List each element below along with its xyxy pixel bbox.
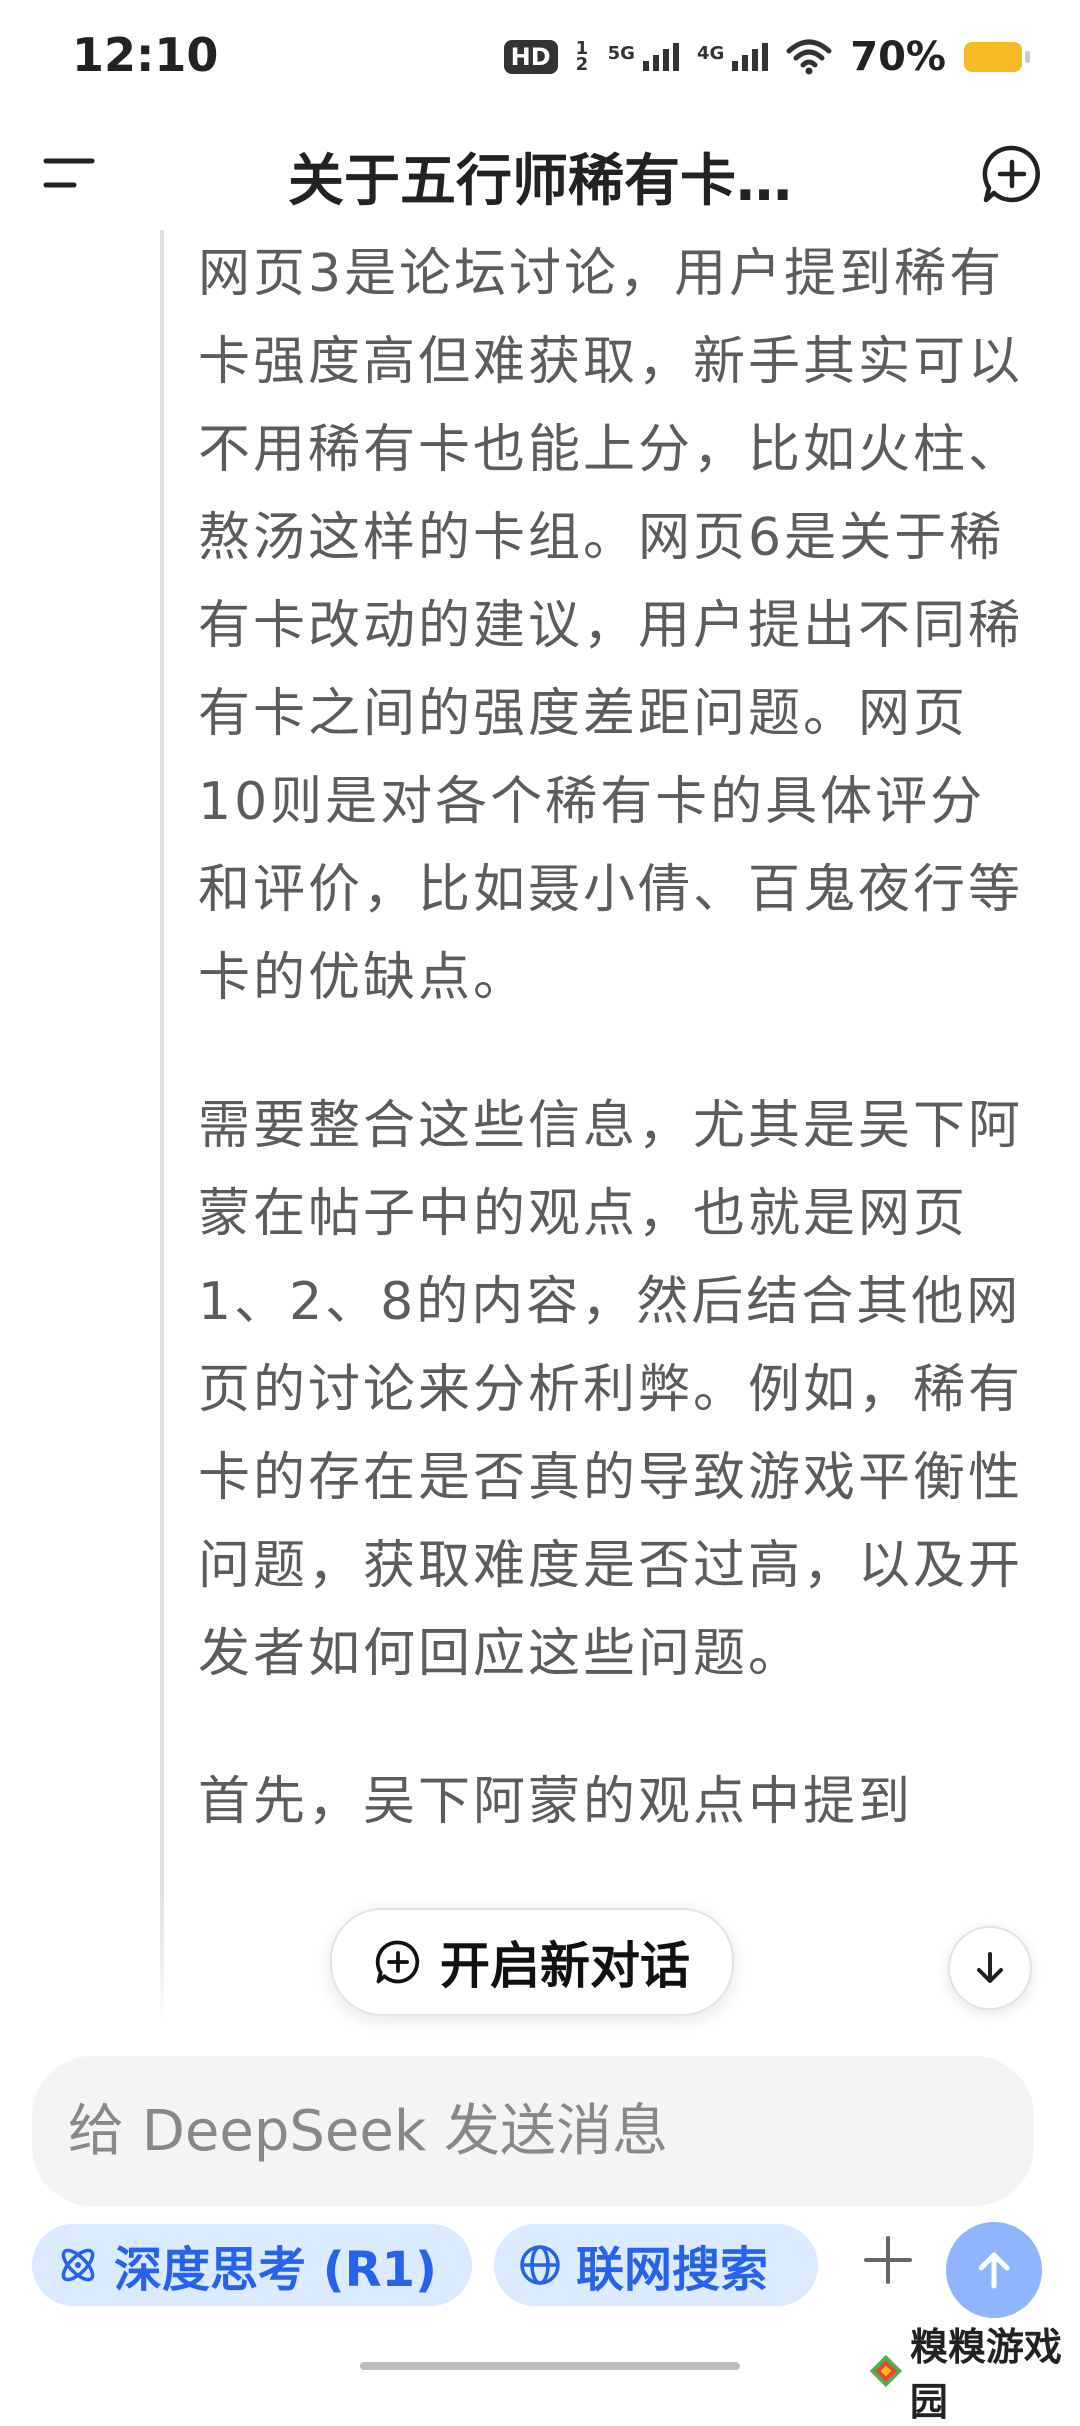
- attach-plus-icon[interactable]: [856, 2228, 920, 2292]
- globe-icon: [520, 2245, 560, 2285]
- watermark-text: 糗糗游戏园: [909, 2325, 1062, 2424]
- menu-icon[interactable]: [42, 153, 96, 193]
- page-title: 关于五行师稀有卡…: [288, 149, 792, 214]
- web-search-label: 联网搜索: [576, 2242, 769, 2298]
- header: 关于五行师稀有卡…: [0, 120, 1080, 230]
- thinking-content: 网页3是论坛讨论，用户提到稀有卡强度高但难获取，新手其实可以不用稀有卡也能上分，…: [160, 230, 1044, 2020]
- web-search-toggle[interactable]: 联网搜索: [494, 2224, 818, 2306]
- net-4g-label: 4G: [696, 43, 725, 64]
- new-dialog-label: 开启新对话: [440, 1937, 690, 1995]
- battery-icon: [964, 42, 1030, 72]
- status-time: 12:10: [72, 28, 219, 82]
- arrow-up-icon: [978, 2252, 1010, 2289]
- send-button[interactable]: [946, 2222, 1042, 2318]
- new-chat-icon[interactable]: [980, 142, 1044, 206]
- status-bar: 12:10 HD 1 2 5G 4G 70%: [0, 0, 1080, 120]
- watermark-logo-icon: [869, 2354, 903, 2388]
- atom-icon: [61, 2248, 95, 2282]
- thinking-paragraph: 网页3是论坛讨论，用户提到稀有卡强度高但难获取，新手其实可以不用稀有卡也能上分，…: [198, 244, 1024, 1008]
- new-chat-icon: [375, 1940, 420, 1984]
- status-icons: HD 1 2 5G 4G 70%: [503, 34, 1030, 80]
- watermark: 糗糗游戏园: [868, 2316, 1080, 2426]
- hd-icon: HD: [503, 40, 558, 74]
- battery-percent: 70%: [850, 34, 946, 80]
- signal-5g-icon: 5G: [608, 43, 679, 71]
- thinking-paragraph: 首先，吴下阿蒙的观点中提到: [198, 1772, 914, 1832]
- wifi-icon: [786, 39, 832, 75]
- sim-indicator: 1 2: [575, 38, 589, 75]
- arrow-down-icon: [977, 1952, 1003, 1983]
- net-5g-label: 5G: [607, 43, 635, 64]
- deep-think-toggle[interactable]: 深度思考 (R1): [32, 2224, 472, 2306]
- deep-think-label: 深度思考 (R1): [114, 2242, 437, 2298]
- home-indicator: [360, 2362, 740, 2370]
- thinking-paragraph: 需要整合这些信息，尤其是吴下阿蒙在帖子中的观点，也就是网页1、2、8的内容，然后…: [198, 1096, 1024, 1684]
- scroll-down-button[interactable]: [948, 1926, 1032, 2010]
- new-dialog-button[interactable]: 开启新对话: [330, 1908, 734, 2016]
- message-input-container: [32, 2056, 1034, 2206]
- signal-4g-icon: 4G: [696, 43, 769, 71]
- message-input[interactable]: [66, 2097, 970, 2165]
